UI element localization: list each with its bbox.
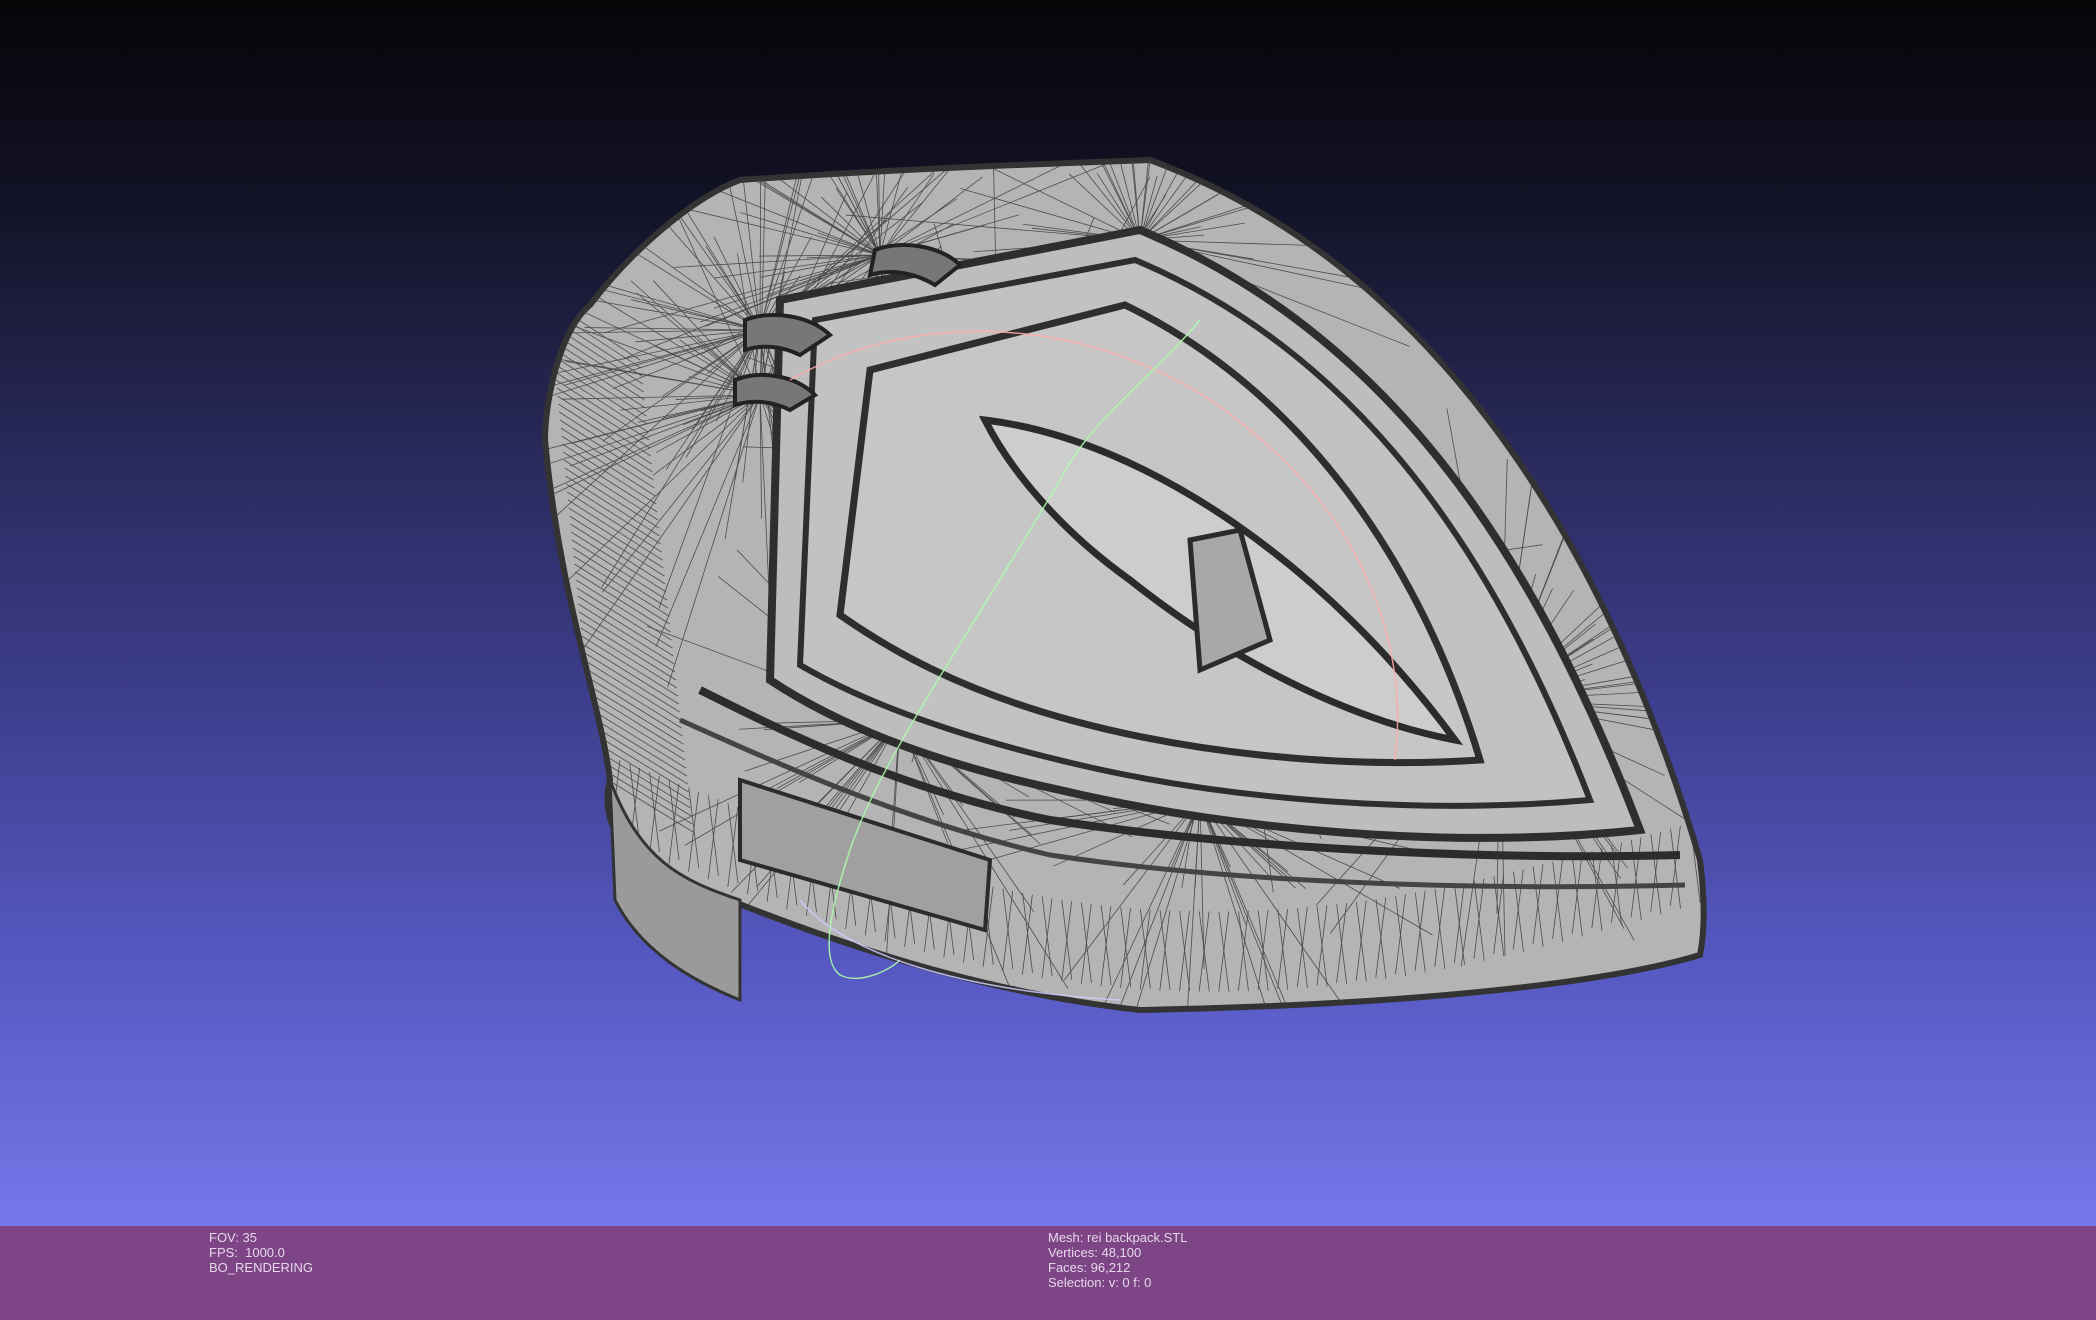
mesh-info: Mesh: rei backpack.STL Vertices: 48,100 … bbox=[1048, 1230, 1187, 1290]
vertices-label: Vertices: 48,100 bbox=[1048, 1245, 1142, 1260]
fps-label: FPS: 1000.0 bbox=[209, 1245, 285, 1260]
3d-viewport[interactable] bbox=[0, 0, 2096, 1226]
mesh-name-label: Mesh: rei backpack.STL bbox=[1048, 1230, 1188, 1245]
selection-label: Selection: v: 0 f: 0 bbox=[1048, 1275, 1152, 1290]
status-bar: FOV: 35 FPS: 1000.0 BO_RENDERING Mesh: r… bbox=[0, 1226, 2096, 1320]
mesh-canvas[interactable] bbox=[0, 0, 2096, 1226]
fov-label: FOV: 35 bbox=[209, 1230, 257, 1245]
mesh-model bbox=[541, 156, 1707, 1014]
render-mode-label: BO_RENDERING bbox=[209, 1260, 314, 1275]
faces-label: Faces: 96,212 bbox=[1048, 1260, 1131, 1275]
render-info: FOV: 35 FPS: 1000.0 BO_RENDERING bbox=[209, 1230, 313, 1275]
